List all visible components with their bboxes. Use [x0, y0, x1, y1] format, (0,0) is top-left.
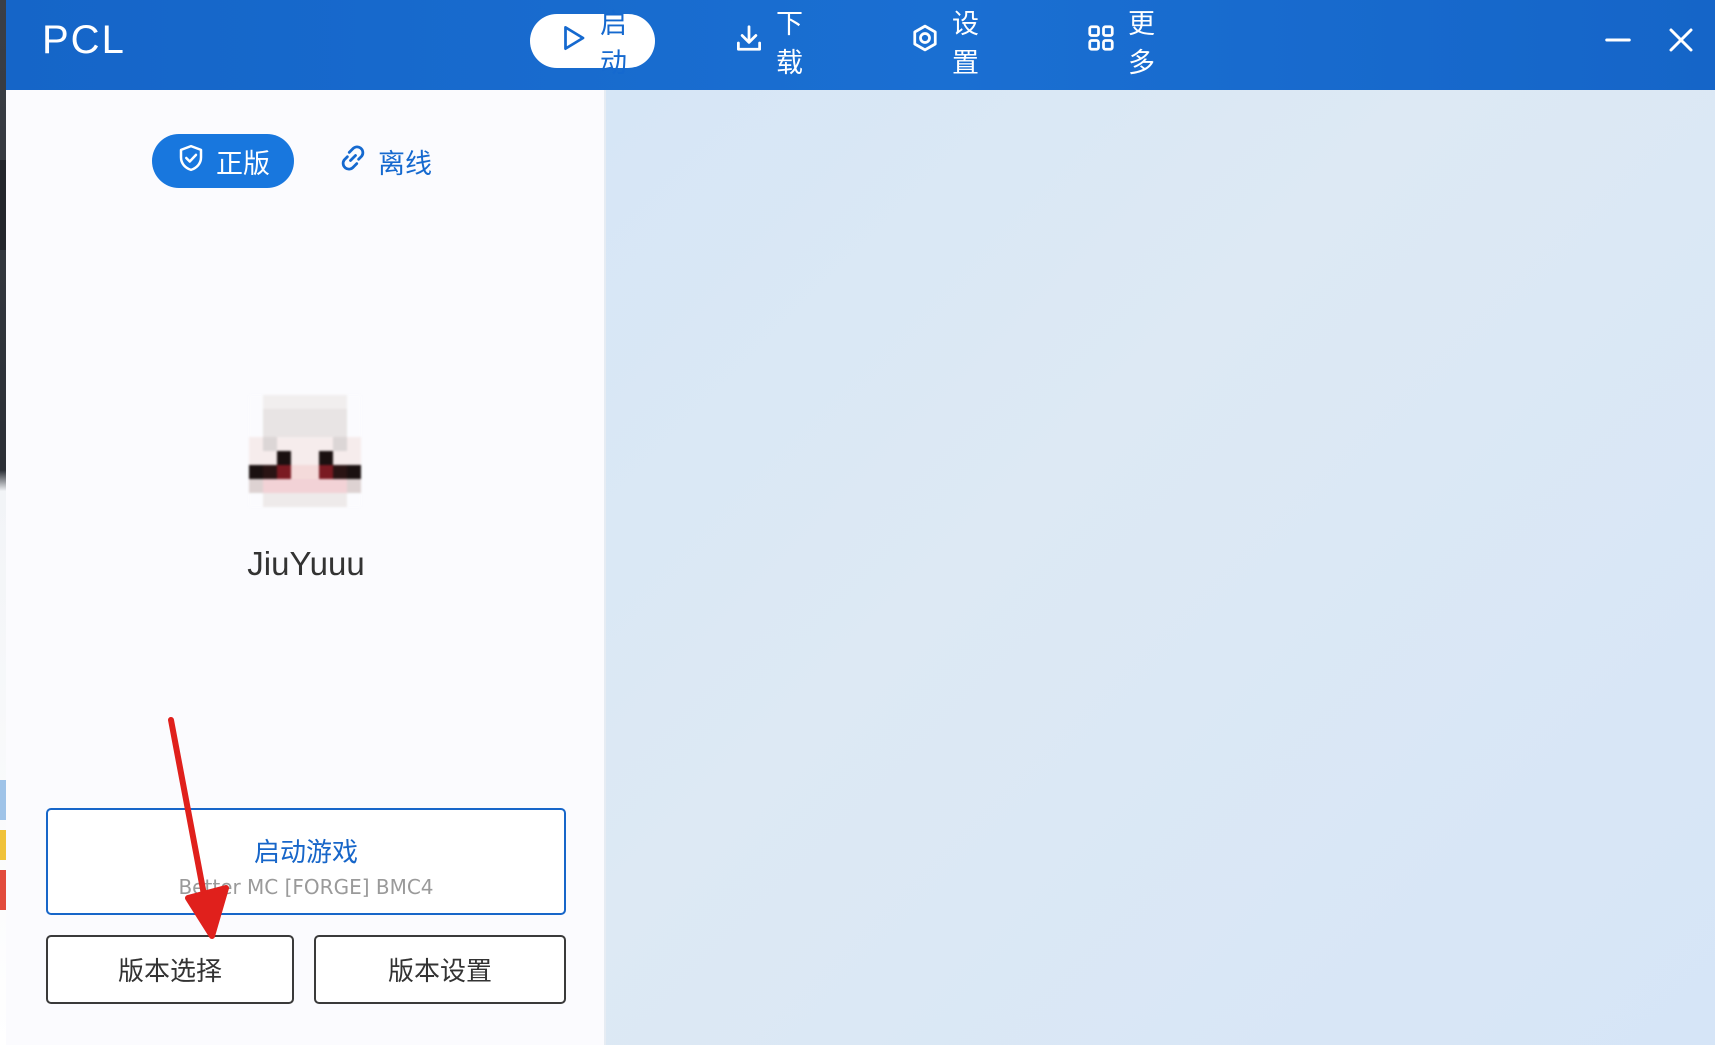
launch-side-panel: 正版 离线 JiuYuuu 启动游戏 Better MC [FORGE] BMC…	[6, 90, 606, 1045]
version-select-button[interactable]: 版本选择	[46, 935, 294, 1004]
download-icon	[734, 23, 764, 60]
version-settings-button[interactable]: 版本设置	[314, 935, 566, 1004]
nav-launch-label: 启动	[600, 9, 627, 79]
shield-check-icon	[176, 143, 206, 180]
player-username: JiuYuuu	[247, 545, 365, 582]
tab-offline-label: 离线	[378, 148, 432, 180]
close-button[interactable]	[1661, 22, 1701, 62]
nav-more-label: 更多	[1128, 9, 1155, 79]
minimize-button[interactable]	[1598, 22, 1638, 62]
tab-official-account[interactable]: 正版	[152, 134, 294, 188]
nav-download[interactable]: 下载	[706, 9, 831, 79]
screen: PCL 启动 下载 设置 更多 正版 离线 JiuYuuu 启动游戏 Bette…	[0, 0, 1715, 1045]
player-skin-avatar[interactable]	[249, 395, 361, 507]
main-content-area	[606, 90, 1715, 1045]
app-logo: PCL	[42, 18, 126, 62]
nav-more[interactable]: 更多	[1058, 9, 1183, 79]
launch-game-label: 启动游戏	[253, 838, 358, 868]
launch-game-button[interactable]: 启动游戏 Better MC [FORGE] BMC4	[46, 808, 566, 915]
nav-settings-label: 设置	[952, 9, 979, 79]
link-icon	[338, 143, 368, 180]
play-icon	[558, 23, 588, 60]
tab-official-label: 正版	[216, 148, 270, 180]
pcl-launcher-window: PCL 启动 下载 设置 更多 正版 离线 JiuYuuu 启动游戏 Bette…	[6, 0, 1715, 1045]
grid-icon	[1086, 23, 1116, 60]
selected-version-label: Better MC [FORGE] BMC4	[178, 875, 434, 899]
nav-download-label: 下载	[776, 9, 803, 79]
nav-settings[interactable]: 设置	[882, 9, 1007, 79]
close-icon	[1666, 25, 1696, 59]
settings-icon	[910, 23, 940, 60]
account-type-tabs: 正版 离线	[152, 134, 456, 188]
nav-launch[interactable]: 启动	[530, 9, 655, 79]
tab-offline-account[interactable]: 离线	[314, 134, 456, 188]
title-bar[interactable]: PCL 启动 下载 设置 更多	[6, 0, 1715, 90]
minimize-icon	[1603, 25, 1633, 59]
